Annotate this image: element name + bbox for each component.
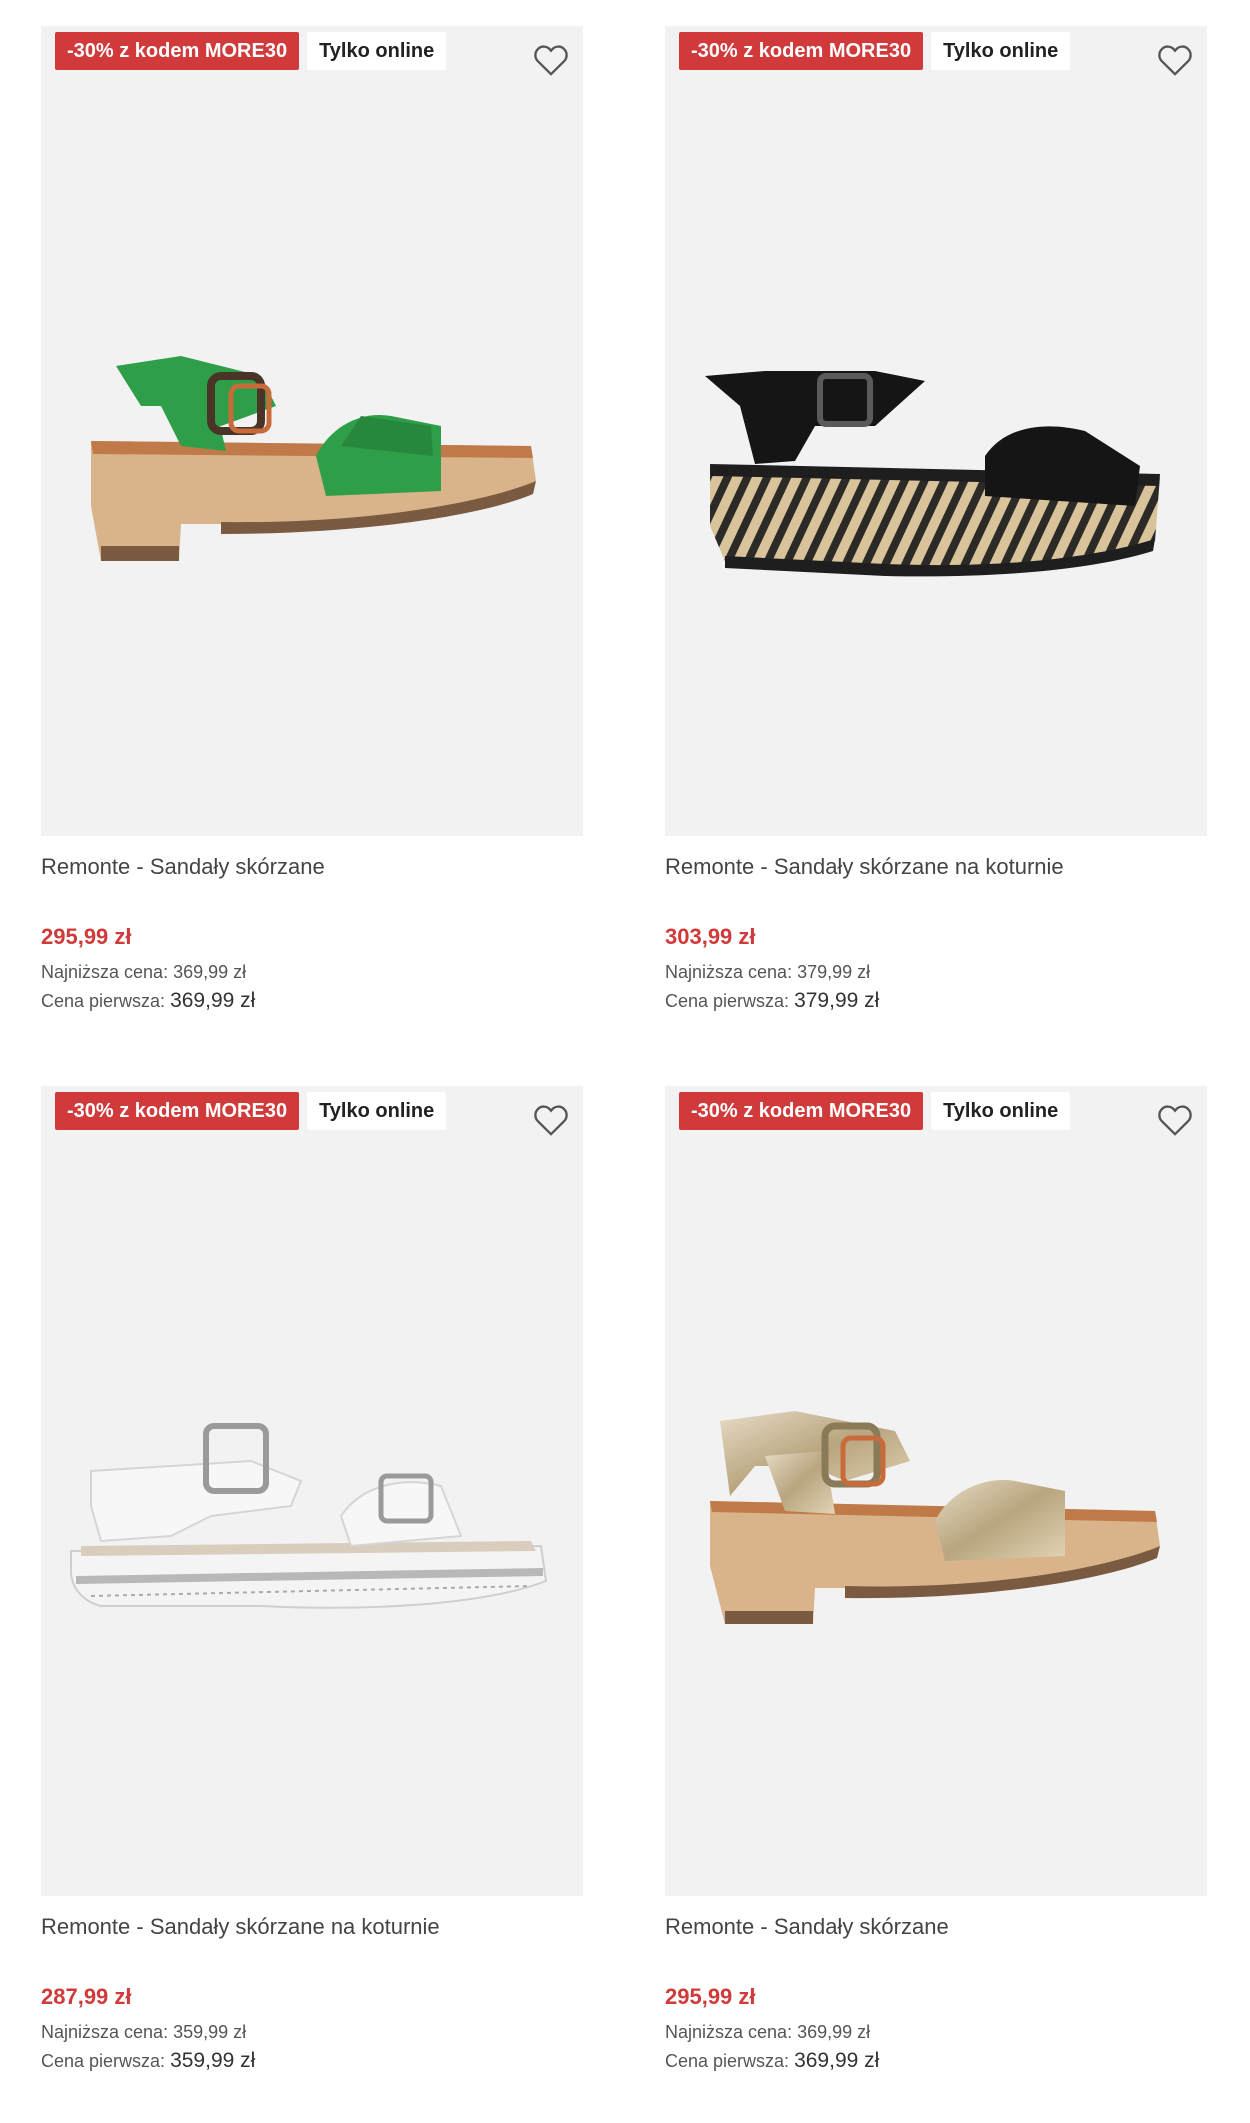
- online-only-badge: Tylko online: [931, 1092, 1071, 1130]
- product-title[interactable]: Remonte - Sandały skórzane: [41, 854, 583, 880]
- first-price-value: 369,99 zł: [170, 989, 256, 1012]
- lowest-price-value: 369,99 zł: [797, 2022, 871, 2042]
- product-image-area[interactable]: -30% z kodem MORE30 Tylko online: [41, 1086, 583, 1896]
- first-price-label: Cena pierwsza:: [665, 2051, 790, 2071]
- product-title[interactable]: Remonte - Sandały skórzane: [665, 1914, 1207, 1940]
- product-grid: -30% z kodem MORE30 Tylko online Remonte…: [0, 0, 1250, 2123]
- heart-icon[interactable]: [531, 1100, 571, 1140]
- first-price: Cena pierwsza: 359,99 zł: [41, 2049, 583, 2073]
- lowest-price-label: Najniższa cena:: [41, 2022, 169, 2042]
- product-image-black-sandal: [705, 371, 1160, 577]
- badges: -30% z kodem MORE30 Tylko online: [55, 32, 447, 70]
- first-price-label: Cena pierwsza:: [665, 991, 790, 1011]
- product-image-area[interactable]: -30% z kodem MORE30 Tylko online: [665, 1086, 1207, 1896]
- product-price: 303,99 zł: [665, 924, 756, 949]
- heart-icon[interactable]: [531, 40, 571, 80]
- online-only-badge: Tylko online: [931, 32, 1071, 70]
- product-price: 295,99 zł: [41, 924, 132, 949]
- promo-badge: -30% z kodem MORE30: [679, 32, 924, 70]
- lowest-price-value: 379,99 zł: [797, 962, 871, 982]
- product-image-white-sandal: [70, 1423, 548, 1609]
- product-image-gold-sandal: [710, 1411, 1160, 1624]
- first-price-label: Cena pierwsza:: [41, 991, 166, 1011]
- product-price: 287,99 zł: [41, 1984, 132, 2009]
- lowest-price: Najniższa cena: 369,99 zł: [665, 2022, 1207, 2043]
- heart-icon[interactable]: [1155, 40, 1195, 80]
- first-price-value: 369,99 zł: [794, 2049, 880, 2072]
- product-image-green-sandal: [91, 356, 536, 561]
- lowest-price-label: Najniższa cena:: [41, 962, 169, 982]
- promo-badge: -30% z kodem MORE30: [55, 32, 300, 70]
- first-price-label: Cena pierwsza:: [41, 2051, 166, 2071]
- lowest-price: Najniższa cena: 369,99 zł: [41, 962, 583, 983]
- product-image-area[interactable]: -30% z kodem MORE30 Tylko online: [41, 26, 583, 836]
- online-only-badge: Tylko online: [307, 32, 447, 70]
- first-price: Cena pierwsza: 369,99 zł: [41, 989, 583, 1013]
- product-card[interactable]: -30% z kodem MORE30 Tylko online Remonte…: [665, 26, 1207, 1066]
- product-card[interactable]: -30% z kodem MORE30 Tylko online Remonte…: [665, 1086, 1207, 2123]
- lowest-price-label: Najniższa cena:: [665, 962, 793, 982]
- lowest-price-value: 359,99 zł: [173, 2022, 247, 2042]
- online-only-badge: Tylko online: [307, 1092, 447, 1130]
- product-price: 295,99 zł: [665, 1984, 756, 2009]
- lowest-price-label: Najniższa cena:: [665, 2022, 793, 2042]
- first-price-value: 359,99 zł: [170, 2049, 256, 2072]
- first-price-value: 379,99 zł: [794, 989, 880, 1012]
- badges: -30% z kodem MORE30 Tylko online: [679, 1092, 1071, 1130]
- heart-icon[interactable]: [1155, 1100, 1195, 1140]
- promo-badge: -30% z kodem MORE30: [55, 1092, 300, 1130]
- product-title[interactable]: Remonte - Sandały skórzane na koturnie: [665, 854, 1207, 880]
- lowest-price: Najniższa cena: 359,99 zł: [41, 2022, 583, 2043]
- product-card[interactable]: -30% z kodem MORE30 Tylko online Remonte…: [41, 26, 583, 1066]
- badges: -30% z kodem MORE30 Tylko online: [55, 1092, 447, 1130]
- product-title[interactable]: Remonte - Sandały skórzane na koturnie: [41, 1914, 583, 1940]
- product-card[interactable]: -30% z kodem MORE30 Tylko online Remonte: [41, 1086, 583, 2123]
- promo-badge: -30% z kodem MORE30: [679, 1092, 924, 1130]
- lowest-price: Najniższa cena: 379,99 zł: [665, 962, 1207, 983]
- first-price: Cena pierwsza: 379,99 zł: [665, 989, 1207, 1013]
- product-image-area[interactable]: -30% z kodem MORE30 Tylko online: [665, 26, 1207, 836]
- first-price: Cena pierwsza: 369,99 zł: [665, 2049, 1207, 2073]
- lowest-price-value: 369,99 zł: [173, 962, 247, 982]
- badges: -30% z kodem MORE30 Tylko online: [679, 32, 1071, 70]
